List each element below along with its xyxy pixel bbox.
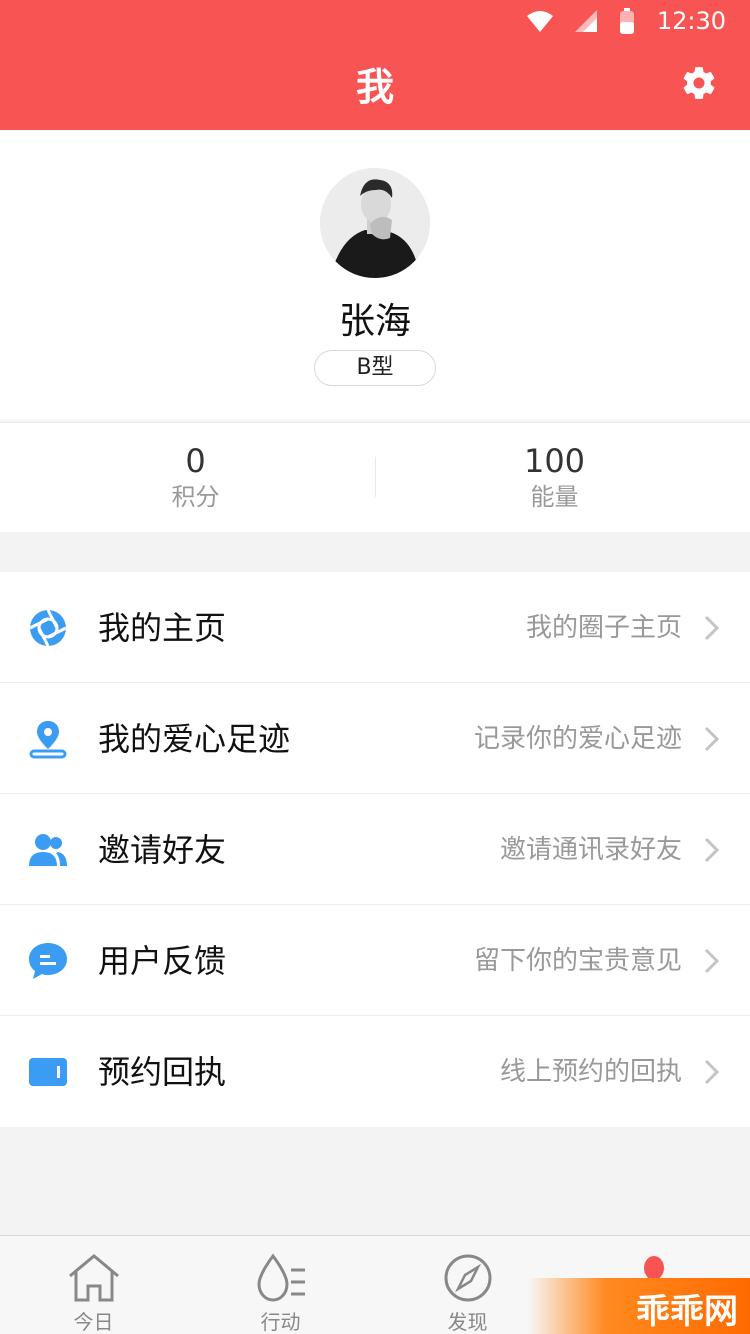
menu-item-feedback[interactable]: 用户反馈 留下你的宝贵意见 — [0, 905, 750, 1016]
gear-icon[interactable] — [680, 64, 718, 102]
wifi-icon — [526, 11, 553, 32]
watermark: 乖乖网 — [528, 1278, 750, 1334]
menu-hint: 我的圈子主页 — [525, 613, 682, 643]
nav-label: 今日 — [73, 1310, 114, 1334]
compass-icon — [444, 1254, 492, 1302]
menu-label: 邀请好友 — [98, 831, 227, 869]
status-time: 12:30 — [656, 7, 726, 35]
username: 张海 — [338, 301, 411, 342]
stat-points-label: 积分 — [171, 483, 220, 511]
stat-energy-label: 能量 — [530, 483, 579, 511]
battery-icon — [619, 8, 634, 34]
menu-item-homepage[interactable]: 我的主页 我的圈子主页 — [0, 572, 750, 683]
profile-card: 张海 B型 — [0, 130, 750, 420]
avatar[interactable] — [320, 168, 430, 278]
users-icon — [29, 834, 67, 866]
menu-list: 我的主页 我的圈子主页 我的爱心足迹 记录你的爱心足迹 邀请好友 邀请通讯录好友 — [0, 572, 750, 1127]
stats-bar: 0 积分 100 能量 — [0, 422, 750, 532]
chat-bubble-icon — [29, 943, 67, 979]
chevron-right-icon — [704, 726, 720, 752]
menu-hint: 记录你的爱心足迹 — [473, 724, 682, 754]
person-icon — [644, 1256, 664, 1280]
location-pin-icon — [29, 721, 67, 759]
menu-hint: 留下你的宝贵意见 — [473, 946, 682, 976]
blood-type-badge: B型 — [314, 350, 436, 386]
page-title: 我 — [355, 65, 394, 109]
chevron-right-icon — [704, 837, 720, 863]
stat-points[interactable]: 0 积分 — [8, 441, 383, 513]
status-bar: 12:30 — [526, 6, 726, 36]
chevron-right-icon — [704, 615, 720, 641]
ticket-icon — [29, 1058, 67, 1086]
menu-hint: 邀请通讯录好友 — [499, 835, 682, 865]
menu-label: 我的爱心足迹 — [98, 720, 291, 758]
nav-item-today[interactable]: 今日 — [0, 1236, 187, 1334]
menu-item-invite[interactable]: 邀请好友 邀请通讯录好友 — [0, 794, 750, 905]
stat-points-value: 0 — [185, 442, 206, 480]
watermark-text: 乖乖网 — [636, 1292, 738, 1332]
nav-item-action[interactable]: 行动 — [187, 1236, 374, 1334]
chevron-right-icon — [704, 948, 720, 974]
drop-list-icon — [257, 1253, 305, 1302]
home-icon — [69, 1254, 119, 1302]
menu-label: 用户反馈 — [98, 942, 227, 980]
menu-hint: 线上预约的回执 — [499, 1057, 682, 1087]
stat-energy[interactable]: 100 能量 — [367, 441, 742, 513]
stat-energy-value: 100 — [523, 442, 586, 480]
menu-item-footprint[interactable]: 我的爱心足迹 记录你的爱心足迹 — [0, 683, 750, 794]
menu-label: 预约回执 — [98, 1053, 227, 1091]
chevron-right-icon — [704, 1059, 720, 1085]
app-header: 12:30 我 — [0, 0, 750, 130]
nav-label: 行动 — [260, 1310, 301, 1334]
menu-item-receipt[interactable]: 预约回执 线上预约的回执 — [0, 1016, 750, 1127]
menu-label: 我的主页 — [98, 609, 227, 647]
signal-icon — [574, 10, 597, 32]
aperture-icon — [29, 609, 67, 647]
